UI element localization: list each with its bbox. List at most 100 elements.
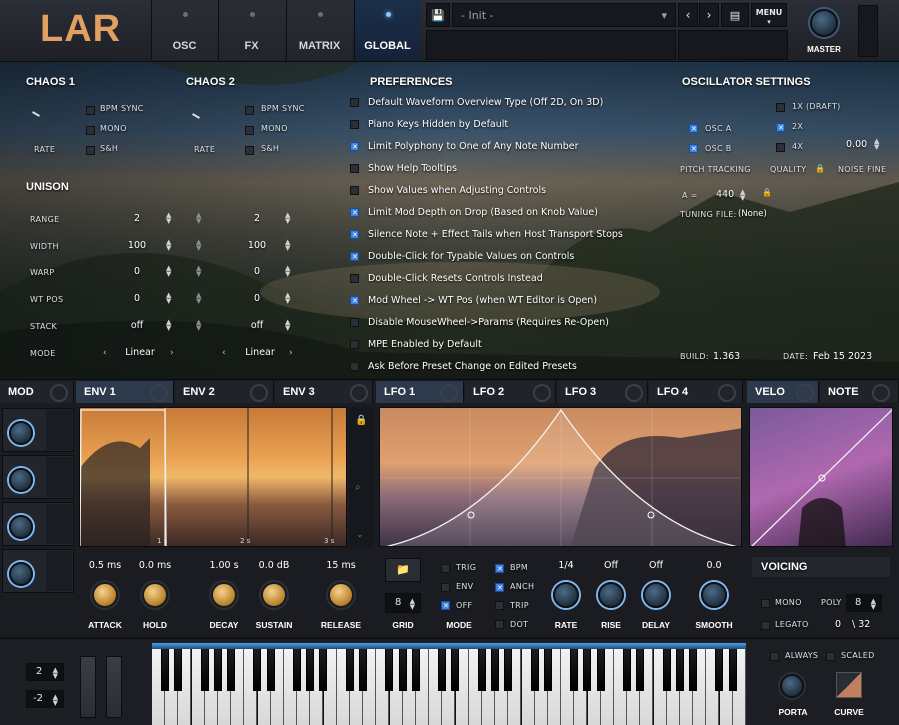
lfo-anch-checkbox[interactable] — [495, 583, 504, 592]
pref-item[interactable]: Limit Polyphony to One of Any Note Numbe… — [350, 141, 670, 155]
env-knob[interactable] — [211, 582, 237, 608]
mod-slot-target[interactable] — [46, 457, 72, 497]
menu-button[interactable]: MENU ▾ — [751, 3, 787, 27]
mod-slot-target[interactable] — [46, 551, 72, 591]
black-key[interactable] — [477, 643, 486, 691]
next-preset-button[interactable]: › — [699, 3, 719, 27]
pref-item[interactable]: Double-Click Resets Controls Instead — [350, 273, 670, 287]
black-key[interactable] — [293, 643, 301, 691]
black-key[interactable] — [623, 643, 631, 691]
black-key[interactable] — [411, 643, 420, 691]
black-key[interactable] — [227, 643, 235, 691]
lfo-knob-value[interactable]: Off — [587, 560, 635, 571]
unison1-value[interactable]: 0 — [118, 293, 156, 304]
black-key[interactable] — [213, 643, 222, 691]
lfo-bpm-checkbox[interactable] — [495, 564, 504, 573]
tuning-lock-icon[interactable]: 🔒 — [762, 188, 772, 197]
mod-slot-knob[interactable] — [9, 515, 33, 539]
mod-slot-knob[interactable] — [9, 421, 33, 445]
pref-checkbox[interactable] — [350, 230, 359, 239]
black-key[interactable] — [385, 643, 394, 691]
unison2-stepper[interactable]: ▲ ▼ — [285, 292, 290, 305]
pitch-bend-down-selector[interactable]: -2 ▲ ▼ — [26, 690, 64, 708]
pref-checkbox[interactable] — [350, 252, 359, 261]
unison2-mode-prev-icon[interactable]: ‹ — [222, 348, 226, 358]
porta-knob[interactable] — [780, 674, 804, 698]
a-tuning-stepper[interactable]: ▲ ▼ — [740, 189, 745, 202]
noise-fine-stepper[interactable]: ▲ ▼ — [874, 138, 879, 151]
voicing-legato-checkbox[interactable] — [761, 621, 770, 630]
lfo-knob[interactable] — [553, 582, 579, 608]
mod-slot-target[interactable] — [46, 504, 72, 544]
black-key[interactable] — [200, 643, 209, 691]
chaos1-sh-checkbox[interactable] — [86, 146, 95, 155]
black-key[interactable] — [530, 643, 539, 691]
unison2-value[interactable]: off — [238, 320, 276, 331]
pref-checkbox[interactable] — [350, 186, 359, 195]
lfo-knob-value[interactable]: 0.0 — [690, 560, 738, 571]
black-key[interactable] — [161, 643, 169, 691]
unison2-stepper[interactable]: ▲ ▼ — [285, 239, 290, 252]
unison1-value[interactable]: 0 — [118, 266, 156, 277]
black-key[interactable] — [662, 643, 671, 691]
osc-b-checkbox[interactable] — [689, 144, 698, 153]
osc-a-checkbox[interactable] — [689, 124, 698, 133]
lfo-env-checkbox[interactable] — [441, 583, 450, 592]
black-key[interactable] — [504, 643, 513, 691]
black-key[interactable] — [266, 643, 275, 691]
lfo-trip-checkbox[interactable] — [495, 601, 504, 610]
lfo-knob[interactable] — [701, 582, 727, 608]
lfo-knob-value[interactable]: 1/4 — [542, 560, 590, 571]
env-zoom-icon[interactable]: ⌕ — [355, 482, 361, 493]
lfo-dot-checkbox[interactable] — [495, 620, 504, 629]
env-knob-value[interactable]: 1.00 s — [200, 560, 248, 571]
black-key[interactable] — [491, 643, 499, 691]
pref-checkbox[interactable] — [350, 142, 359, 151]
poly-selector[interactable]: 8 ▲ ▼ — [846, 594, 882, 612]
voicing-mono-checkbox[interactable] — [761, 599, 770, 608]
env-knob-value[interactable]: 0.0 ms — [131, 560, 179, 571]
black-key[interactable] — [306, 643, 315, 691]
pref-checkbox[interactable] — [350, 318, 359, 327]
black-key[interactable] — [728, 643, 737, 691]
black-key[interactable] — [583, 643, 592, 691]
black-key[interactable] — [253, 643, 262, 691]
env-knob[interactable] — [261, 582, 287, 608]
unison1-value[interactable]: off — [118, 320, 156, 331]
unison-link-stepper[interactable]: ▲ ▼ — [196, 292, 201, 305]
tab-fx[interactable]: FX — [218, 0, 284, 60]
unison1-stepper[interactable]: ▲ ▼ — [166, 239, 171, 252]
unison2-mode-next-icon[interactable]: › — [289, 348, 293, 358]
mod-wheel[interactable] — [106, 656, 122, 718]
master-knob[interactable] — [810, 9, 838, 37]
lfo-knob-value[interactable]: Off — [632, 560, 680, 571]
env-knob-value[interactable]: 0.5 ms — [81, 560, 129, 571]
tab-osc[interactable]: OSC — [151, 0, 217, 60]
env-knob[interactable] — [328, 582, 354, 608]
black-key[interactable] — [451, 643, 460, 691]
unison-link-stepper[interactable]: ▲ ▼ — [196, 212, 201, 225]
mod-slot-target[interactable] — [46, 410, 72, 450]
curve-shape-icon[interactable] — [836, 672, 862, 698]
pref-item[interactable]: Default Waveform Overview Type (Off 2D, … — [350, 97, 670, 111]
black-key[interactable] — [398, 643, 407, 691]
unison1-value[interactable]: 2 — [118, 213, 156, 224]
black-key[interactable] — [570, 643, 579, 691]
pref-checkbox[interactable] — [350, 340, 359, 349]
pref-item[interactable]: Show Help Tooltips — [350, 163, 670, 177]
pref-item[interactable]: Silence Note + Effect Tails when Host Tr… — [350, 229, 670, 243]
lfo-folder-icon[interactable]: 📁 — [385, 558, 421, 582]
pitch-bend-up-selector[interactable]: 2 ▲ ▼ — [26, 663, 64, 681]
pref-checkbox[interactable] — [350, 120, 359, 129]
tuning-file-value[interactable]: (None) — [738, 209, 767, 219]
lfo-grid-selector[interactable]: 8 ▲ ▼ — [385, 593, 421, 613]
pref-checkbox[interactable] — [350, 164, 359, 173]
unison1-mode-next-icon[interactable]: › — [170, 348, 174, 358]
pref-item[interactable]: Show Values when Adjusting Controls — [350, 185, 670, 199]
quality-draft-checkbox[interactable] — [776, 103, 785, 112]
noise-fine-value[interactable]: 0.00 — [846, 139, 867, 150]
lfo-knob[interactable] — [598, 582, 624, 608]
a-tuning-value[interactable]: 440 — [716, 189, 734, 200]
unison2-value[interactable]: 2 — [238, 213, 276, 224]
unison2-value[interactable]: 0 — [238, 266, 276, 277]
